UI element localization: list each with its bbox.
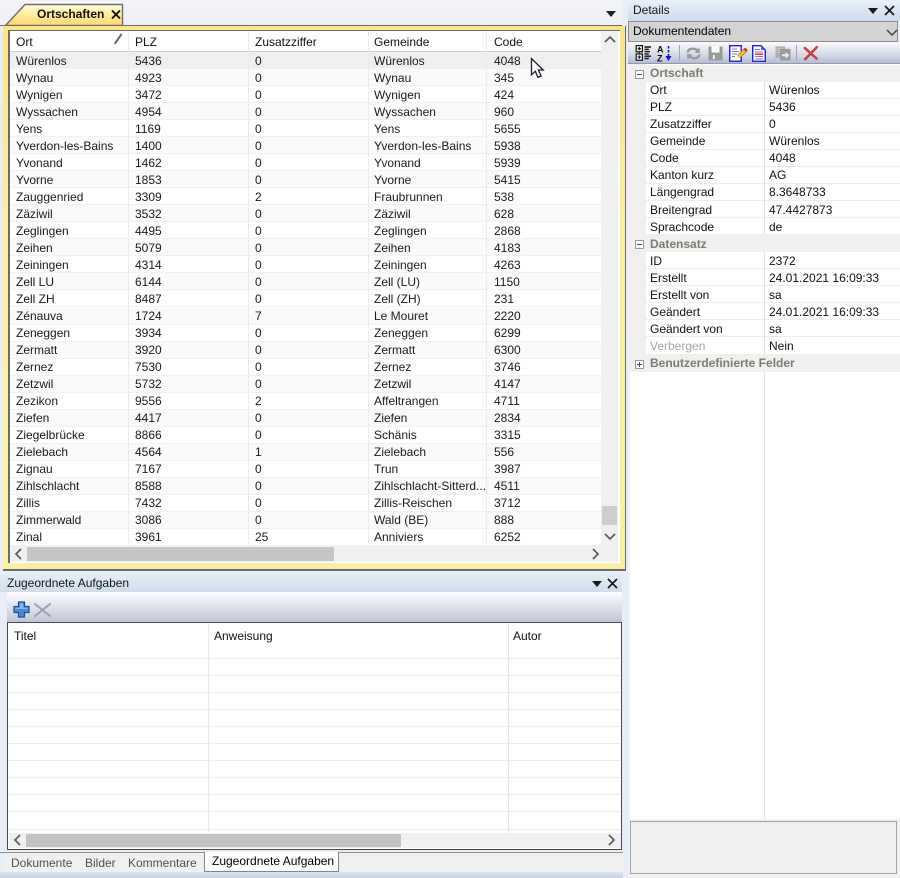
svg-text:Z: Z [657, 54, 663, 64]
